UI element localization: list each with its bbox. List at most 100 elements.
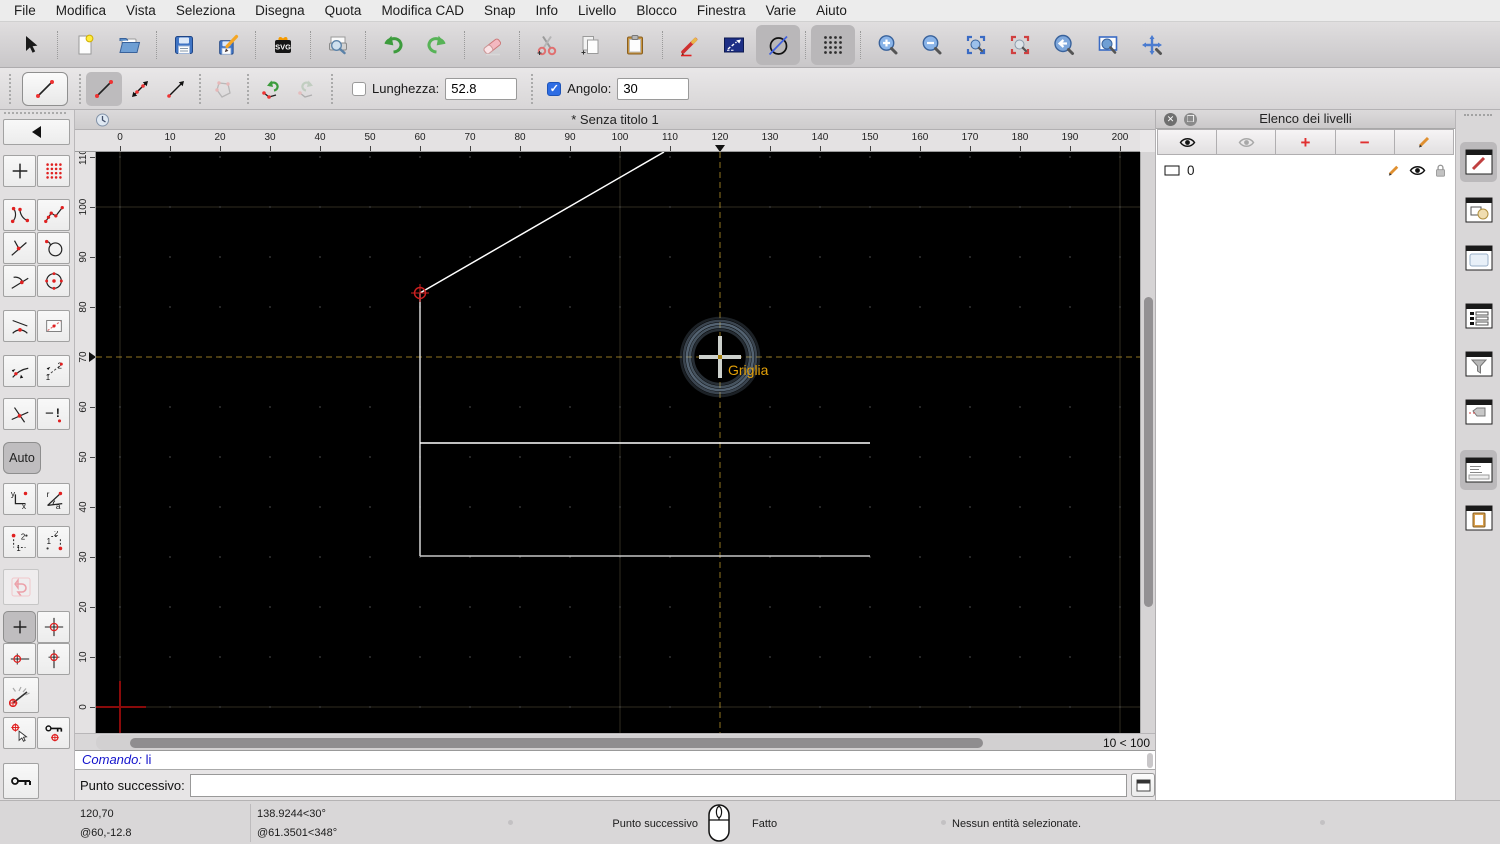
layer-panel-titlebar[interactable]: ✕ ❐ Elenco dei livelli bbox=[1156, 110, 1455, 129]
horizontal-scrollbar-track[interactable] bbox=[96, 735, 1110, 750]
menu-item-seleziona[interactable]: Seleziona bbox=[166, 3, 245, 18]
restrict-off-button[interactable] bbox=[3, 569, 39, 605]
snap-intersection-manual-button[interactable]: ! bbox=[37, 398, 70, 430]
select-cursor-button[interactable] bbox=[8, 25, 52, 65]
snap-divide-button[interactable] bbox=[3, 355, 36, 387]
angle-checkbox[interactable] bbox=[547, 81, 562, 96]
vertical-scrollbar-thumb[interactable] bbox=[1144, 297, 1153, 607]
relative-corner-b-button[interactable]: 12 bbox=[37, 526, 70, 558]
restrict-orthogonal-button[interactable] bbox=[37, 611, 70, 643]
redo-segment-button[interactable] bbox=[290, 72, 326, 106]
edit-layer-button[interactable] bbox=[1393, 129, 1455, 155]
remove-layer-button[interactable]: − bbox=[1334, 129, 1395, 155]
zoom-window-button[interactable] bbox=[1086, 25, 1130, 65]
grid-toggle-button[interactable] bbox=[811, 24, 855, 65]
coords-polar-button[interactable]: ra bbox=[37, 483, 70, 515]
menu-item-finestra[interactable]: Finestra bbox=[687, 3, 756, 18]
menu-item-vista[interactable]: Vista bbox=[116, 3, 166, 18]
snap-middle-button[interactable] bbox=[3, 310, 36, 342]
snap-perpendicular-button[interactable] bbox=[3, 232, 36, 264]
export-svg-button[interactable]: SVG bbox=[261, 25, 305, 65]
length-checkbox[interactable] bbox=[352, 81, 366, 96]
snap-divide-points-button[interactable]: 12 bbox=[37, 355, 70, 387]
angle-input[interactable] bbox=[617, 77, 690, 100]
snap-bounding-box-button[interactable] bbox=[37, 310, 70, 342]
menu-item-modifica[interactable]: Modifica bbox=[46, 3, 116, 18]
set-relative-zero-button[interactable] bbox=[3, 717, 36, 749]
relative-corner-a-button[interactable]: 12 bbox=[3, 526, 36, 558]
snap-intersection-button[interactable] bbox=[3, 398, 36, 430]
snap-tangent-button[interactable] bbox=[3, 265, 36, 297]
drawing-canvas[interactable]: Griglia bbox=[96, 152, 1140, 733]
horizontal-scrollbar-thumb[interactable] bbox=[130, 738, 983, 748]
sidebar-back-button[interactable] bbox=[3, 119, 70, 145]
line-segments-button[interactable] bbox=[86, 71, 122, 106]
open-file-button[interactable] bbox=[107, 25, 151, 65]
length-input[interactable] bbox=[445, 77, 518, 100]
zoom-previous-button[interactable] bbox=[1042, 25, 1086, 65]
zoom-pan-button[interactable] bbox=[1130, 25, 1174, 65]
draw-pen-button[interactable] bbox=[668, 25, 712, 65]
save-as-button[interactable] bbox=[206, 25, 250, 65]
line-arrow-button[interactable] bbox=[158, 72, 194, 106]
active-tool-line-button[interactable] bbox=[22, 71, 68, 106]
restrict-vertical-button[interactable] bbox=[37, 643, 70, 675]
hide-all-layers-button[interactable] bbox=[1216, 129, 1277, 155]
selection-filter-widget-button[interactable] bbox=[1460, 344, 1497, 384]
restrict-horizontal-button[interactable] bbox=[3, 643, 36, 675]
menu-item-snap[interactable]: Snap bbox=[474, 3, 526, 18]
lock-relative-zero-button[interactable] bbox=[37, 717, 70, 749]
snap-on-entity-button[interactable] bbox=[37, 199, 70, 231]
polyline-button[interactable] bbox=[206, 72, 242, 106]
menu-item-file[interactable]: File bbox=[4, 3, 46, 18]
print-preview-button[interactable] bbox=[316, 25, 360, 65]
menu-item-varie[interactable]: Varie bbox=[756, 3, 807, 18]
layer-color-swatch[interactable] bbox=[1164, 165, 1180, 176]
layer-row[interactable]: 0 bbox=[1156, 158, 1455, 182]
auto-snap-button[interactable]: Auto bbox=[3, 442, 41, 474]
menu-item-quota[interactable]: Quota bbox=[315, 3, 372, 18]
redo-button[interactable] bbox=[415, 25, 459, 65]
zoom-auto-entities-button[interactable] bbox=[998, 25, 1042, 65]
menu-item-info[interactable]: Info bbox=[526, 3, 569, 18]
layer-lock-icon[interactable] bbox=[1434, 163, 1447, 178]
undo-segment-button[interactable] bbox=[254, 72, 290, 106]
menu-item-disegna[interactable]: Disegna bbox=[245, 3, 315, 18]
toolbar-handle[interactable] bbox=[79, 73, 81, 104]
horizontal-scrollbar[interactable]: 10 < 100 bbox=[75, 733, 1155, 750]
line-tool-button[interactable] bbox=[712, 25, 756, 65]
menu-item-aiuto[interactable]: Aiuto bbox=[806, 3, 857, 18]
show-all-layers-button[interactable] bbox=[1157, 129, 1218, 155]
command-input[interactable] bbox=[189, 773, 1128, 797]
entity-list-widget-button[interactable] bbox=[1460, 296, 1497, 336]
lighting-widget-button[interactable] bbox=[1460, 392, 1497, 432]
coords-cartesian-button[interactable]: yx bbox=[3, 483, 36, 515]
new-document-button[interactable] bbox=[63, 25, 107, 65]
snap-distance-button[interactable] bbox=[37, 232, 70, 264]
snap-center-button[interactable] bbox=[37, 265, 70, 297]
zoom-auto-button[interactable] bbox=[954, 25, 998, 65]
command-widget-button[interactable] bbox=[1460, 450, 1497, 490]
zoom-in-button[interactable] bbox=[866, 25, 910, 65]
undo-button[interactable] bbox=[371, 25, 415, 65]
menu-item-modifica-cad[interactable]: Modifica CAD bbox=[371, 3, 474, 18]
save-button[interactable] bbox=[162, 25, 206, 65]
eraser-button[interactable] bbox=[470, 25, 514, 65]
vertical-scrollbar[interactable] bbox=[1140, 152, 1155, 733]
library-browser-widget-button[interactable] bbox=[1460, 238, 1497, 278]
document-titlebar[interactable]: * Senza titolo 1 bbox=[75, 110, 1155, 130]
restrict-free-button[interactable] bbox=[3, 611, 36, 643]
block-list-widget-button[interactable] bbox=[1460, 190, 1497, 230]
zoom-out-button[interactable] bbox=[910, 25, 954, 65]
snap-free-button[interactable] bbox=[3, 155, 36, 187]
snap-endpoints-button[interactable] bbox=[3, 199, 36, 231]
ellipse-tool-button[interactable] bbox=[756, 24, 800, 65]
menu-item-livello[interactable]: Livello bbox=[568, 3, 626, 18]
angle-gauge-button[interactable] bbox=[3, 677, 39, 713]
line-double-arrow-button[interactable] bbox=[122, 72, 158, 106]
snap-grid-button[interactable] bbox=[37, 155, 70, 187]
dock-strip-handle[interactable] bbox=[1464, 114, 1492, 116]
toolbar-handle[interactable] bbox=[9, 73, 11, 104]
layer-list-widget-button[interactable] bbox=[1460, 142, 1497, 182]
lock-relative-zero-alt-button[interactable] bbox=[3, 763, 39, 799]
